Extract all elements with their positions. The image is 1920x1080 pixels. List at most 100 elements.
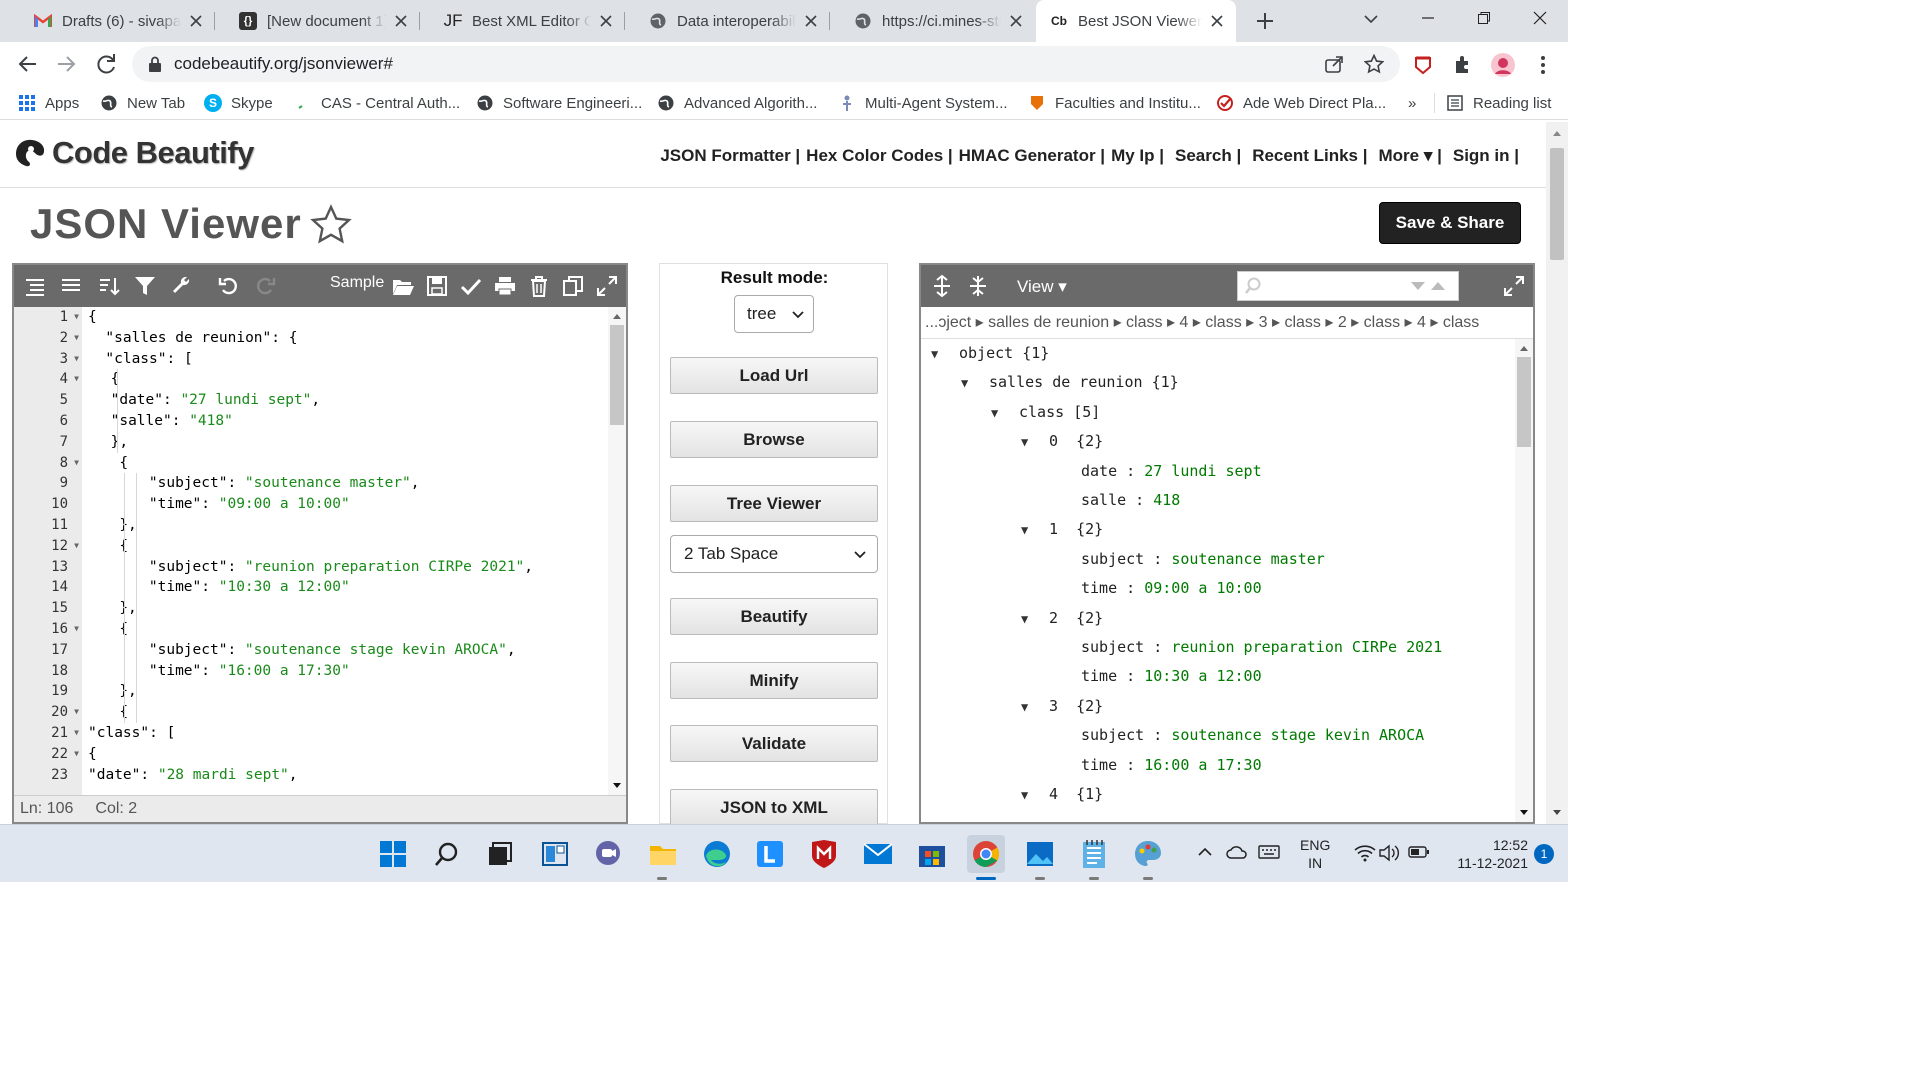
tree-leaf-row[interactable]: date : 27 lundi sept [1081,457,1262,486]
extension-shield-icon[interactable] [1412,54,1434,76]
tab-json-viewer[interactable]: Cb Best JSON Viewer a [1036,0,1236,42]
notepad-icon[interactable] [1076,836,1112,872]
extensions-puzzle-icon[interactable] [1452,54,1474,76]
beautify-button[interactable]: Beautify [670,598,878,635]
tree-leaf-row[interactable]: subject : reunion preparation CIRPe 2021 [1081,633,1442,662]
restore-button[interactable] [1456,0,1512,36]
fold-toggle-icon[interactable]: ▼ [74,369,79,390]
fold-toggle-icon[interactable]: ▼ [74,744,79,765]
expand-toggle-icon[interactable]: ▼ [961,369,989,398]
tree-node-row[interactable]: ▼ object {1} [931,339,1049,368]
tab-space-select[interactable]: 2 Tab Space [670,535,878,573]
tree-leaf-row[interactable]: subject : soutenance master [1081,545,1325,574]
photos-icon[interactable] [1022,836,1058,872]
reading-list-button[interactable]: Reading list [1446,86,1551,120]
bookmark-advanced-algorithms[interactable]: Advanced Algorith... [657,86,817,120]
tree-leaf-row[interactable]: time : 09:00 a 10:00 [1081,574,1262,603]
close-icon[interactable] [187,12,205,30]
open-folder-icon[interactable] [392,275,414,297]
new-tab-button[interactable] [1254,10,1276,32]
editor-scroll-thumb[interactable] [610,325,624,425]
wifi-icon[interactable] [1354,844,1376,862]
bookmark-skype[interactable]: S Skype [204,86,273,120]
teams-chat-icon[interactable] [590,836,626,872]
windows-start-icon[interactable] [375,836,411,872]
tree-node-row[interactable]: ▼ class [5] [991,398,1100,427]
share-icon[interactable] [1324,54,1344,74]
bookmark-cas[interactable]: CAS - Central Auth... [294,86,460,120]
wrench-icon[interactable] [170,275,192,297]
fold-toggle-icon[interactable]: ▼ [74,307,79,328]
more-bookmarks-button[interactable]: » [1408,86,1416,120]
tree-leaf-row[interactable]: time : 10:30 a 12:00 [1081,662,1262,691]
result-mode-select[interactable]: tree [734,295,814,333]
fold-toggle-icon[interactable]: ▼ [74,349,79,370]
expand-toggle-icon[interactable]: ▼ [1021,781,1049,810]
site-logo[interactable]: Code Beautify [12,134,254,172]
sample-button[interactable]: Sample [330,274,384,292]
tree-node-row[interactable]: ▼ 1 {2} [1021,515,1103,544]
bookmark-apps[interactable]: Apps [18,86,79,120]
tab-mines[interactable]: https://ci.mines-ste [830,0,1035,42]
fold-toggle-icon[interactable]: ▼ [74,702,79,723]
reload-button[interactable] [92,50,120,78]
bookmark-multi-agent[interactable]: Multi-Agent System... [838,86,1008,120]
bookmark-star-icon[interactable] [1364,54,1384,74]
load-url-button[interactable]: Load Url [670,357,878,394]
clock[interactable]: 12:52 11-12-2021 [1448,836,1528,872]
close-icon[interactable] [392,12,410,30]
search-prev-icon[interactable] [1430,280,1446,292]
onedrive-cloud-icon[interactable] [1226,843,1248,861]
paint-icon[interactable] [1130,836,1166,872]
fold-toggle-icon[interactable]: ▼ [74,536,79,557]
tree-scroll-thumb[interactable] [1517,357,1531,447]
code-area[interactable]: {"salles de reunion": {"class": [{"date"… [86,307,608,795]
close-icon[interactable] [1208,12,1226,30]
tree-leaf-row[interactable]: salle : 418 [1081,486,1180,515]
copy-icon[interactable] [562,275,584,297]
compact-icon[interactable] [60,275,82,297]
collapse-all-icon[interactable] [967,275,989,297]
language-indicator[interactable]: ENG IN [1300,836,1330,872]
tab-new-document[interactable]: {} [New document 1] [215,0,420,42]
tree-node-row[interactable]: ▼ 3 {2} [1021,692,1103,721]
volume-icon[interactable] [1378,844,1400,862]
trash-icon[interactable] [528,275,550,297]
tab-xml-editor[interactable]: JF Best XML Editor On [420,0,625,42]
expand-toggle-icon[interactable]: ▼ [1021,605,1049,634]
editor-scrollbar[interactable] [608,307,626,795]
nav-my-ip[interactable]: My Ip | [1111,146,1164,166]
view-menu[interactable]: View ▾ [1017,277,1067,297]
mcafee-icon[interactable] [806,836,842,872]
format-icon[interactable] [24,275,46,297]
validate-button[interactable]: Validate [670,725,878,762]
nav-recent-links[interactable]: Recent Links | [1252,146,1367,166]
forward-button[interactable] [52,50,80,78]
expand-toggle-icon[interactable]: ▼ [1021,693,1049,722]
tree-leaf-row[interactable]: subject : soutenance stage kevin AROCA [1081,721,1424,750]
search-icon[interactable] [429,836,465,872]
tree-viewer-button[interactable]: Tree Viewer [670,485,878,522]
search-next-icon[interactable] [1410,280,1426,292]
chrome-icon[interactable] [967,835,1005,873]
lock-icon[interactable] [148,56,162,72]
tree-node-row[interactable]: ▼ 4 {1} [1021,780,1103,809]
favorite-star-icon[interactable] [310,204,352,246]
expand-toggle-icon[interactable]: ▼ [991,399,1019,428]
expand-toggle-icon[interactable]: ▼ [931,340,959,369]
redo-icon[interactable] [254,275,276,297]
fold-toggle-icon[interactable]: ▼ [74,723,79,744]
back-button[interactable] [14,50,42,78]
minimize-button[interactable] [1400,0,1456,36]
bookmark-software-engineering[interactable]: Software Engineeri... [476,86,642,120]
save-share-button[interactable]: Save & Share [1379,202,1521,244]
browse-button[interactable]: Browse [670,421,878,458]
print-icon[interactable] [494,275,516,297]
validate-check-icon[interactable] [460,275,482,297]
viewer-search-input[interactable] [1237,271,1459,301]
close-icon[interactable] [1007,12,1025,30]
expand-all-icon[interactable] [931,275,953,297]
widgets-icon[interactable] [537,836,573,872]
chevron-up-icon[interactable] [1196,843,1214,861]
nav-hmac-generator[interactable]: HMAC Generator | [959,146,1105,166]
